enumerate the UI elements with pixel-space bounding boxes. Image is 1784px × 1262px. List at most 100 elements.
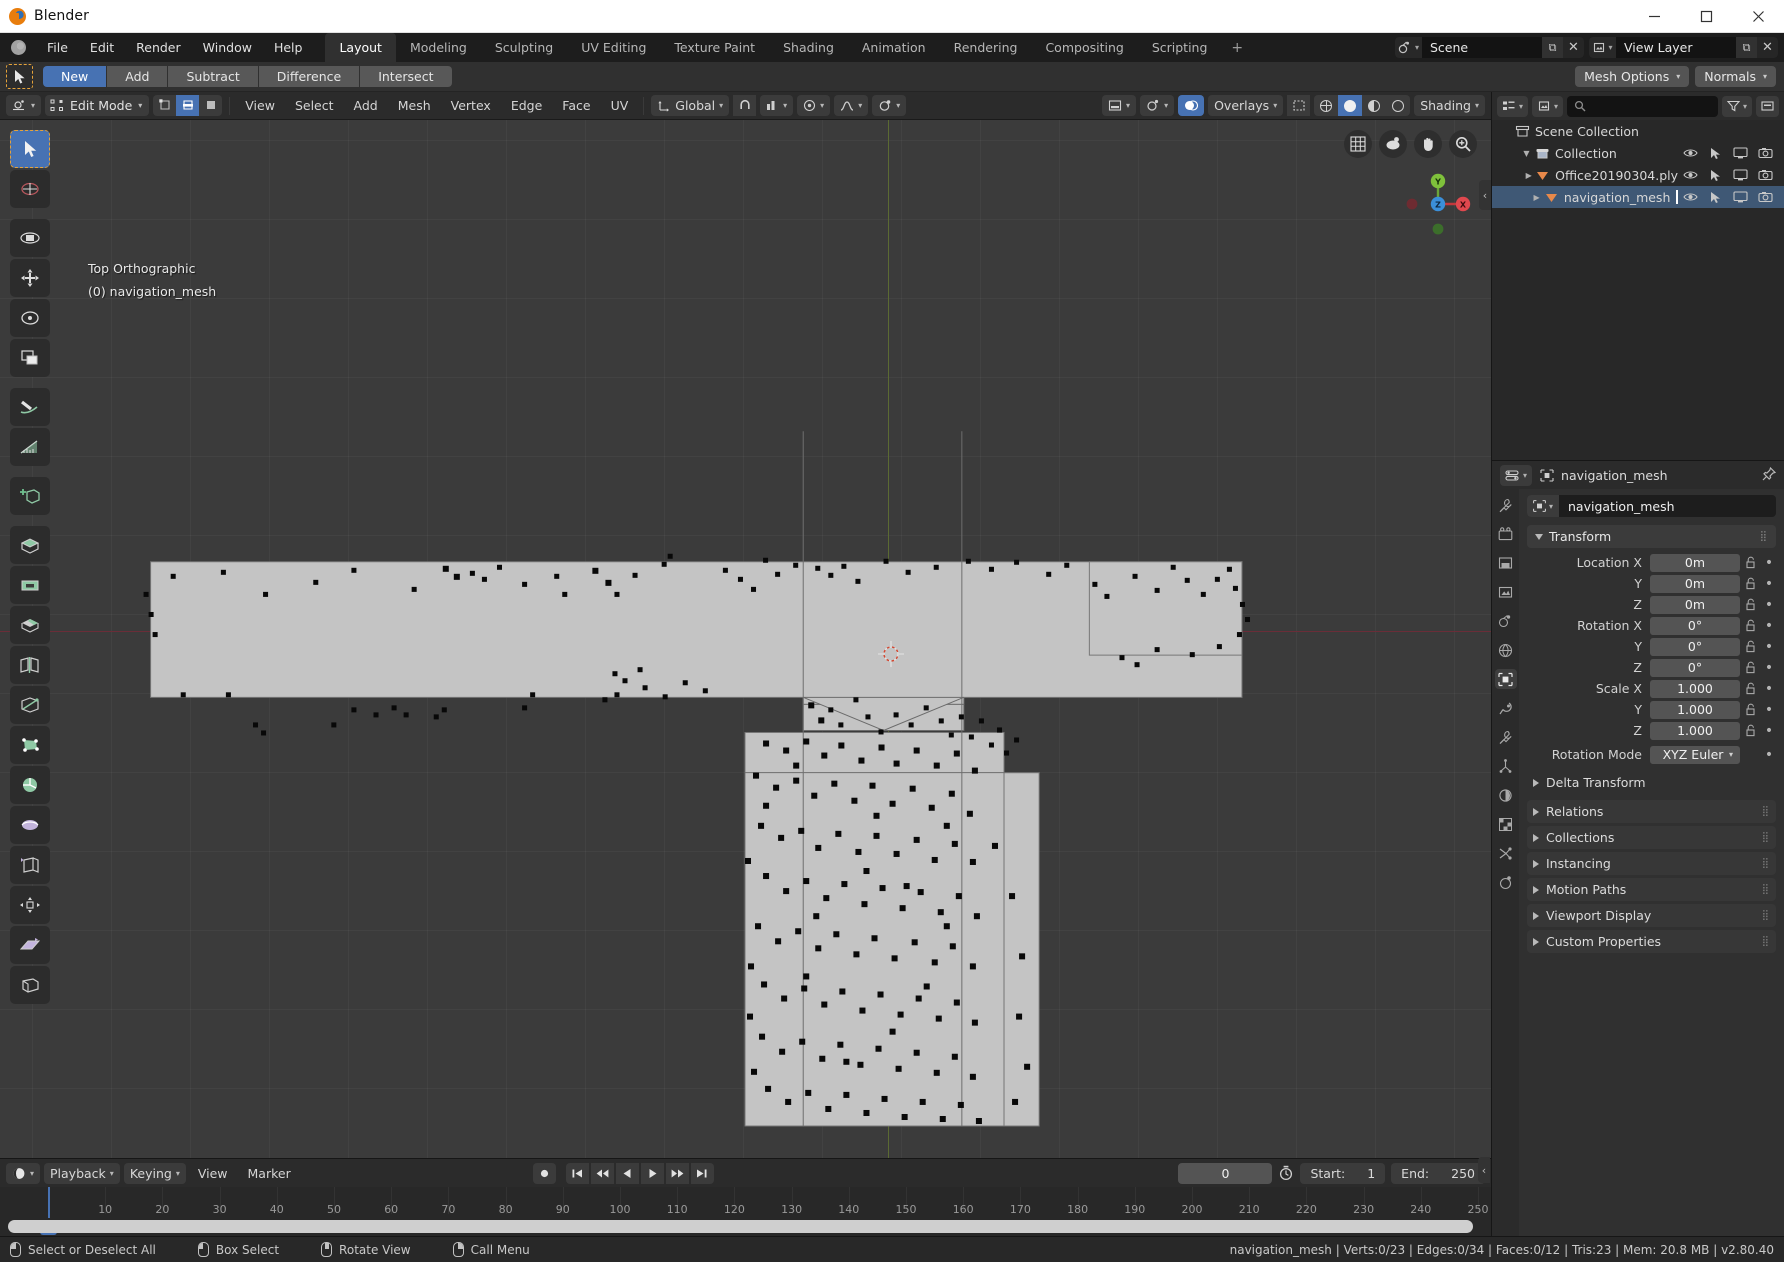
monitor-icon[interactable]: [1728, 191, 1753, 203]
timeline-horizontal-scrollbar[interactable]: [8, 1220, 1473, 1233]
animate-property-dot[interactable]: •: [1762, 702, 1776, 718]
properties-tab-scene[interactable]: [1495, 611, 1517, 631]
tool-shear-icon[interactable]: [10, 926, 50, 964]
interaction-mode-selector[interactable]: Edit Mode ▾: [45, 95, 150, 116]
properties-tab-render[interactable]: [1495, 524, 1517, 544]
timeline-ruler[interactable]: 10 20 30 40 50 60 70 80 90 100 110 120 130 140 150 160 1…: [0, 1157, 1491, 1236]
monitor-icon[interactable]: [1728, 169, 1753, 181]
mirror-options-dropdown[interactable]: ▾: [872, 95, 907, 116]
properties-tab-data[interactable]: [1495, 843, 1517, 863]
properties-tab-material[interactable]: [1495, 872, 1517, 892]
transform-value-2[interactable]: 0m: [1650, 595, 1740, 614]
animate-property-dot[interactable]: •: [1762, 597, 1776, 613]
viewport-menu-add[interactable]: Add: [346, 95, 386, 116]
tool-extrude-icon[interactable]: [10, 526, 50, 564]
rendered-shading-icon[interactable]: [1386, 95, 1410, 116]
solid-shading-icon[interactable]: [1338, 95, 1363, 116]
outliner-new-collection-button[interactable]: [1756, 95, 1779, 117]
navigation-axis-gizmo[interactable]: Y X Z: [1399, 165, 1477, 243]
boolean-add-button[interactable]: Add: [107, 66, 169, 87]
panel-custom-properties[interactable]: Custom Properties ⣿: [1527, 930, 1776, 953]
maximize-button[interactable]: [1680, 0, 1732, 33]
blender-menu-icon[interactable]: [0, 33, 36, 62]
proportional-edit-dropdown[interactable]: ▾: [797, 95, 831, 116]
outliner-row-navigation-mesh[interactable]: ▶ navigation_mesh: [1492, 186, 1784, 208]
edge-select-icon[interactable]: [176, 95, 200, 116]
tool-scale-icon[interactable]: [10, 339, 50, 377]
properties-tab-constraints[interactable]: [1495, 814, 1517, 834]
transform-value-8[interactable]: 1.000: [1650, 721, 1740, 740]
transform-orientation-dropdown[interactable]: Global ▾: [651, 95, 730, 116]
viewport-menu-vertex[interactable]: Vertex: [443, 95, 499, 116]
active-tool-icon[interactable]: [6, 64, 33, 89]
scene-copy-button[interactable]: ⧉: [1542, 37, 1563, 58]
snap-magnet-icon[interactable]: [733, 95, 757, 116]
vertex-select-icon[interactable]: [153, 95, 177, 116]
animate-property-dot[interactable]: •: [1762, 618, 1776, 634]
expand-collapse-arrow[interactable]: ▶: [1524, 171, 1533, 180]
outliner-search-input[interactable]: [1567, 95, 1718, 117]
transform-value-0[interactable]: 0m: [1650, 553, 1740, 572]
jump-to-end-button[interactable]: [690, 1162, 714, 1184]
play-reverse-button[interactable]: [615, 1162, 639, 1184]
expand-collapse-arrow[interactable]: ▼: [1520, 149, 1533, 158]
transform-value-1[interactable]: 0m: [1650, 574, 1740, 593]
lock-icon[interactable]: [1740, 703, 1762, 716]
overlays-toggle[interactable]: [1178, 95, 1205, 116]
lock-icon[interactable]: [1740, 619, 1762, 632]
end-frame-field[interactable]: End: 250: [1391, 1162, 1485, 1184]
lock-icon[interactable]: [1740, 556, 1762, 569]
properties-tab-world[interactable]: [1495, 640, 1517, 660]
boolean-intersect-button[interactable]: Intersect: [360, 66, 452, 87]
properties-tab-tool[interactable]: [1495, 495, 1517, 515]
tool-spin-icon[interactable]: [10, 766, 50, 804]
outliner-editor-type-button[interactable]: ▾: [1497, 95, 1529, 117]
tool-poly-build-icon[interactable]: [10, 726, 50, 764]
viewport-menu-edge[interactable]: Edge: [503, 95, 550, 116]
panel-motion-paths[interactable]: Motion Paths ⣿: [1527, 878, 1776, 901]
tab-texture-paint[interactable]: Texture Paint: [660, 33, 769, 62]
cursor-arrow-icon[interactable]: [1703, 191, 1728, 204]
properties-tab-object[interactable]: [1494, 669, 1517, 689]
falloff-dropdown[interactable]: ▾: [834, 95, 869, 116]
viewport-menu-mesh[interactable]: Mesh: [390, 95, 439, 116]
transform-value-3[interactable]: 0°: [1650, 616, 1740, 635]
tool-knife-icon[interactable]: [10, 686, 50, 724]
camera-icon[interactable]: [1753, 169, 1778, 181]
xray-toggle-icon[interactable]: [1287, 95, 1311, 116]
cursor-arrow-icon[interactable]: [1703, 147, 1728, 160]
use-preview-range-icon[interactable]: [1278, 1165, 1294, 1181]
tool-add-cube-icon[interactable]: [10, 477, 50, 515]
viewport-menu-face[interactable]: Face: [554, 95, 598, 116]
minimize-button[interactable]: [1628, 0, 1680, 33]
gizmo-dropdown[interactable]: ▾: [1140, 95, 1175, 116]
tab-compositing[interactable]: Compositing: [1031, 33, 1137, 62]
menu-edit[interactable]: Edit: [79, 33, 125, 62]
tool-annotate-icon[interactable]: [10, 388, 50, 426]
editor-type-button[interactable]: ▾: [6, 95, 42, 116]
tool-rip-region-icon[interactable]: [10, 966, 50, 1004]
transform-value-5[interactable]: 0°: [1650, 658, 1740, 677]
wireframe-shading-icon[interactable]: [1314, 95, 1338, 116]
tool-measure-icon[interactable]: [10, 428, 50, 466]
tab-rendering[interactable]: Rendering: [940, 33, 1032, 62]
expand-collapse-arrow[interactable]: ▶: [1531, 193, 1542, 202]
lock-icon[interactable]: [1740, 598, 1762, 611]
tool-rotate-icon[interactable]: [10, 299, 50, 337]
camera-perspective-icon[interactable]: [1379, 130, 1407, 158]
play-button[interactable]: [640, 1162, 664, 1184]
zoom-icon[interactable]: [1449, 130, 1477, 158]
transform-value-7[interactable]: 1.000: [1650, 700, 1740, 719]
tab-scripting[interactable]: Scripting: [1138, 33, 1222, 62]
animate-property-dot[interactable]: •: [1762, 555, 1776, 571]
properties-tab-modifiers[interactable]: [1495, 698, 1517, 718]
animate-property-dot[interactable]: •: [1762, 660, 1776, 676]
boolean-difference-button[interactable]: Difference: [258, 66, 361, 87]
eye-icon[interactable]: [1678, 191, 1703, 203]
eye-icon[interactable]: [1678, 169, 1703, 181]
tool-smooth-icon[interactable]: [10, 806, 50, 844]
viewlayer-close-button[interactable]: ✕: [1757, 37, 1778, 58]
object-name-field[interactable]: ▾ navigation_mesh: [1527, 495, 1776, 517]
animate-property-dot[interactable]: •: [1762, 723, 1776, 739]
properties-tab-output[interactable]: [1495, 553, 1517, 573]
